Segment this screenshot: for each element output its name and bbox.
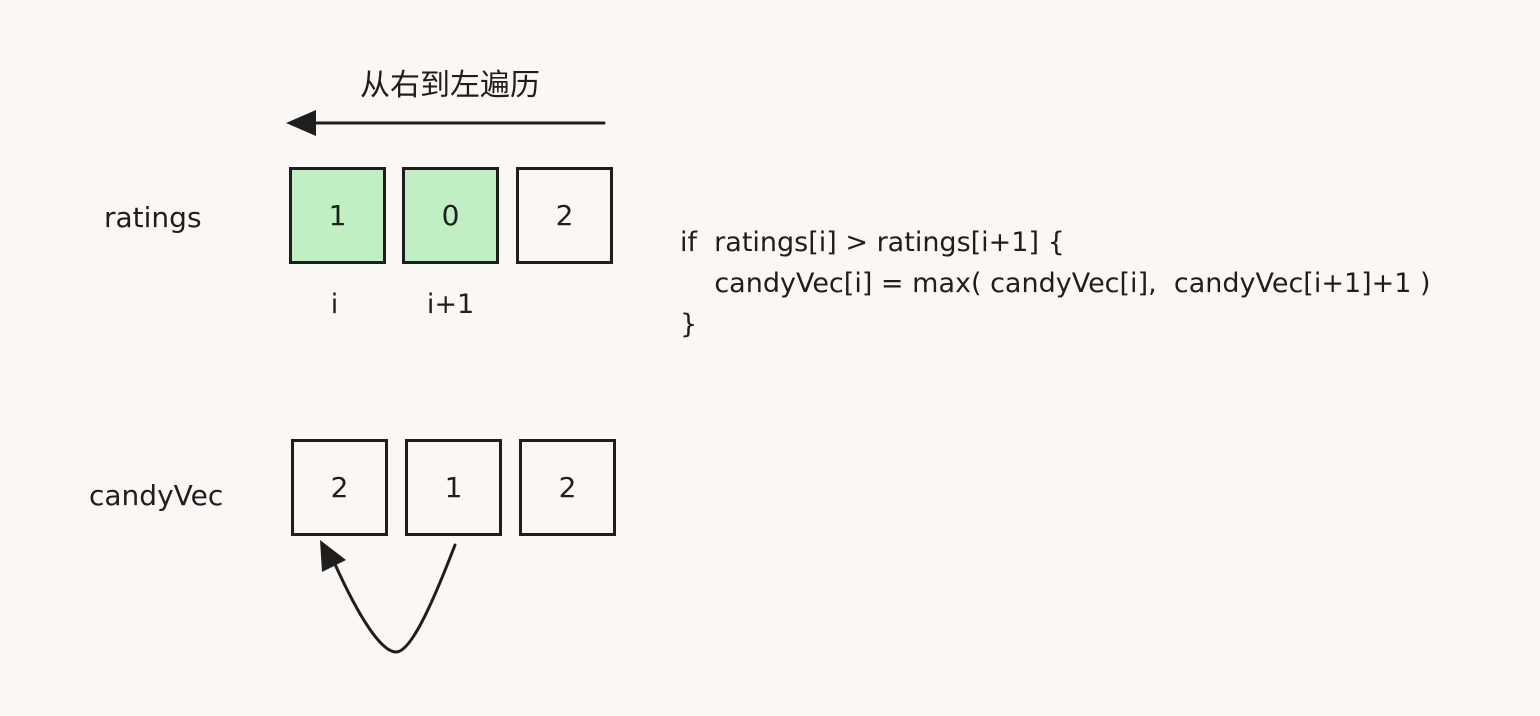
- candyvec-label: candyVec: [89, 479, 224, 512]
- candyvec-cell-value: 1: [444, 471, 463, 504]
- code-block: if ratings[i] > ratings[i+1] { candyVec[…: [680, 222, 1431, 345]
- code-line: if ratings[i] > ratings[i+1] {: [680, 227, 1065, 258]
- ratings-cell-value: 1: [328, 199, 347, 232]
- code-line: }: [680, 309, 698, 340]
- candyvec-cell: 1: [405, 439, 502, 536]
- candyvec-cell: 2: [519, 439, 616, 536]
- code-line: candyVec[i] = max( candyVec[i], candyVec…: [680, 268, 1431, 299]
- index-label-i-plus-1: i+1: [426, 289, 475, 320]
- index-label-i: i: [330, 289, 339, 320]
- direction-arrow: [286, 110, 606, 136]
- candyvec-cell-value: 2: [330, 471, 349, 504]
- ratings-label: ratings: [104, 201, 202, 234]
- ratings-cell-value: 2: [555, 199, 574, 232]
- candyvec-cell: 2: [291, 439, 388, 536]
- ratings-cell: 2: [516, 167, 613, 264]
- ratings-cell: 0: [402, 167, 499, 264]
- ratings-cell-value: 0: [441, 199, 460, 232]
- candyvec-cell-value: 2: [558, 471, 577, 504]
- ratings-cell: 1: [289, 167, 386, 264]
- propagation-arrow: [320, 540, 457, 654]
- arrows-layer: [286, 110, 606, 654]
